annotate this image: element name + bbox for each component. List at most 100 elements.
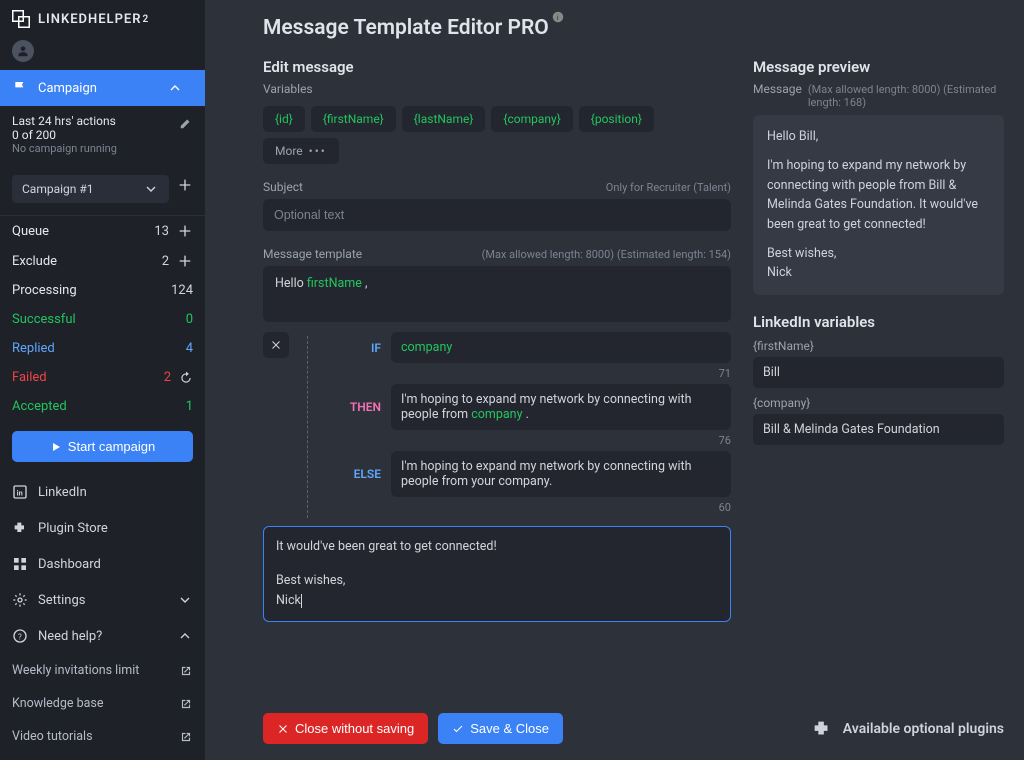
token-firstname: firstName — [307, 276, 362, 291]
chevron-up-icon — [167, 80, 183, 96]
help-weekly[interactable]: Weekly invitations limit — [0, 654, 205, 687]
add-exclude-icon[interactable] — [177, 253, 193, 269]
help-kb[interactable]: Knowledge base — [0, 687, 205, 720]
campaign-selector[interactable]: Campaign #1 — [12, 175, 169, 203]
stat-processing[interactable]: Processing 124 — [0, 276, 205, 305]
nav-campaign[interactable]: Campaign — [0, 70, 205, 106]
variables-label: Variables — [263, 82, 731, 96]
chip-id[interactable]: {id} — [263, 106, 305, 132]
subject-hint: Only for Recruiter (Talent) — [606, 181, 731, 194]
stat-replied[interactable]: Replied 4 — [0, 334, 205, 363]
info-icon[interactable]: i — [551, 10, 565, 24]
close-icon — [270, 339, 282, 351]
preview-msg-label: Message — [753, 82, 802, 96]
avatar[interactable] — [12, 40, 34, 62]
token-company: company — [471, 407, 522, 422]
footer: Close without saving Save & Close Availa… — [205, 699, 1024, 760]
subject-input[interactable] — [263, 199, 731, 231]
nav-need-help[interactable]: ? Need help? — [0, 618, 205, 654]
stat-queue[interactable]: Queue 13 — [0, 216, 205, 246]
template-label: Message template — [263, 247, 362, 261]
closing-editor[interactable]: It would've been great to get connected!… — [263, 526, 731, 622]
main: Message Template Editor PRO i Edit messa… — [205, 0, 1024, 760]
help-videos[interactable]: Video tutorials — [0, 720, 205, 753]
else-keyword: ELSE — [337, 467, 381, 481]
then-count: 76 — [337, 434, 731, 447]
edit-icon[interactable] — [179, 116, 193, 130]
play-icon — [50, 441, 62, 453]
nav-plugin-store[interactable]: Plugin Store — [0, 510, 205, 546]
svg-text:?: ? — [18, 632, 22, 641]
gear-icon — [12, 592, 28, 608]
help-icon: ? — [12, 628, 28, 644]
status-line2: 0 of 200 — [12, 128, 179, 142]
status-line1: Last 24 hrs' actions — [12, 114, 179, 128]
close-without-saving-button[interactable]: Close without saving — [263, 713, 428, 744]
if-count: 71 — [337, 367, 731, 380]
if-expression[interactable]: company — [391, 332, 731, 363]
subject-label: Subject — [263, 180, 303, 194]
nav-dashboard[interactable]: Dashboard — [0, 546, 205, 582]
var-company-label: {company} — [753, 396, 1004, 410]
svg-text:i: i — [557, 14, 559, 22]
template-editor[interactable]: Hello firstName , — [263, 266, 731, 322]
flag-icon — [12, 80, 28, 96]
nav-linkedin[interactable]: in LinkedIn — [0, 474, 205, 510]
stat-failed[interactable]: Failed 2 — [0, 363, 205, 392]
linkedin-icon: in — [12, 484, 28, 500]
save-and-close-button[interactable]: Save & Close — [438, 713, 563, 744]
available-plugins-button[interactable]: Available optional plugins — [811, 718, 1004, 740]
add-queue-icon[interactable] — [177, 223, 193, 239]
campaign-status-block: Last 24 hrs' actions 0 of 200 No campaig… — [0, 106, 205, 216]
campaign-selected: Campaign #1 — [22, 182, 94, 196]
stat-accepted[interactable]: Accepted 1 — [0, 392, 205, 421]
chip-position[interactable]: {position} — [579, 106, 654, 132]
external-link-icon — [179, 697, 193, 711]
remove-condition-button[interactable] — [263, 332, 289, 358]
retry-icon[interactable] — [179, 371, 193, 385]
page-title: Message Template Editor PRO — [263, 16, 549, 40]
then-keyword: THEN — [337, 400, 381, 414]
else-body[interactable]: I'm hoping to expand my network by conne… — [391, 451, 731, 497]
text-cursor — [301, 594, 302, 608]
puzzle-icon — [12, 520, 28, 536]
preview-heading: Message preview — [753, 58, 1004, 76]
external-link-icon — [179, 730, 193, 744]
add-campaign-icon[interactable] — [177, 177, 193, 193]
nav-label: Campaign — [38, 81, 97, 96]
user-icon — [16, 44, 30, 58]
svg-text:in: in — [17, 488, 23, 497]
then-body[interactable]: I'm hoping to expand my network by conne… — [391, 384, 731, 430]
status-line3: No campaign running — [12, 142, 179, 155]
external-link-icon — [179, 664, 193, 678]
chip-firstname[interactable]: {firstName} — [311, 106, 396, 132]
chip-more[interactable]: More••• — [263, 138, 339, 164]
chevron-up-icon — [177, 628, 193, 644]
else-count: 60 — [337, 501, 731, 514]
nav-settings[interactable]: Settings — [0, 582, 205, 618]
chip-lastname[interactable]: {lastName} — [402, 106, 486, 132]
message-preview: Hello Bill, I'm hoping to expand my netw… — [753, 115, 1004, 295]
var-firstname-label: {firstName} — [753, 339, 1004, 353]
sidebar: LINKEDHELPER2 Campaign Last 24 hrs' acti… — [0, 0, 205, 760]
dashboard-icon — [12, 556, 28, 572]
condition-connector — [307, 336, 308, 518]
edit-message-heading: Edit message — [263, 58, 731, 76]
linkedin-vars-heading: LinkedIn variables — [753, 313, 1004, 331]
logo-icon — [12, 10, 30, 28]
template-hint: (Max allowed length: 8000) (Estimated le… — [482, 248, 731, 261]
chip-company[interactable]: {company} — [491, 106, 572, 132]
stat-successful[interactable]: Successful 0 — [0, 305, 205, 334]
chevron-down-icon — [143, 181, 159, 197]
var-company-value[interactable]: Bill & Melinda Gates Foundation — [753, 414, 1004, 445]
if-keyword: IF — [337, 341, 381, 355]
close-icon — [277, 723, 289, 735]
var-firstname-value[interactable]: Bill — [753, 357, 1004, 388]
stat-exclude[interactable]: Exclude 2 — [0, 246, 205, 276]
chevron-down-icon — [177, 592, 193, 608]
puzzle-icon — [811, 718, 833, 740]
dots-icon: ••• — [309, 144, 327, 158]
start-campaign-button[interactable]: Start campaign — [12, 431, 193, 462]
token-company: company — [401, 340, 452, 355]
check-icon — [452, 723, 464, 735]
